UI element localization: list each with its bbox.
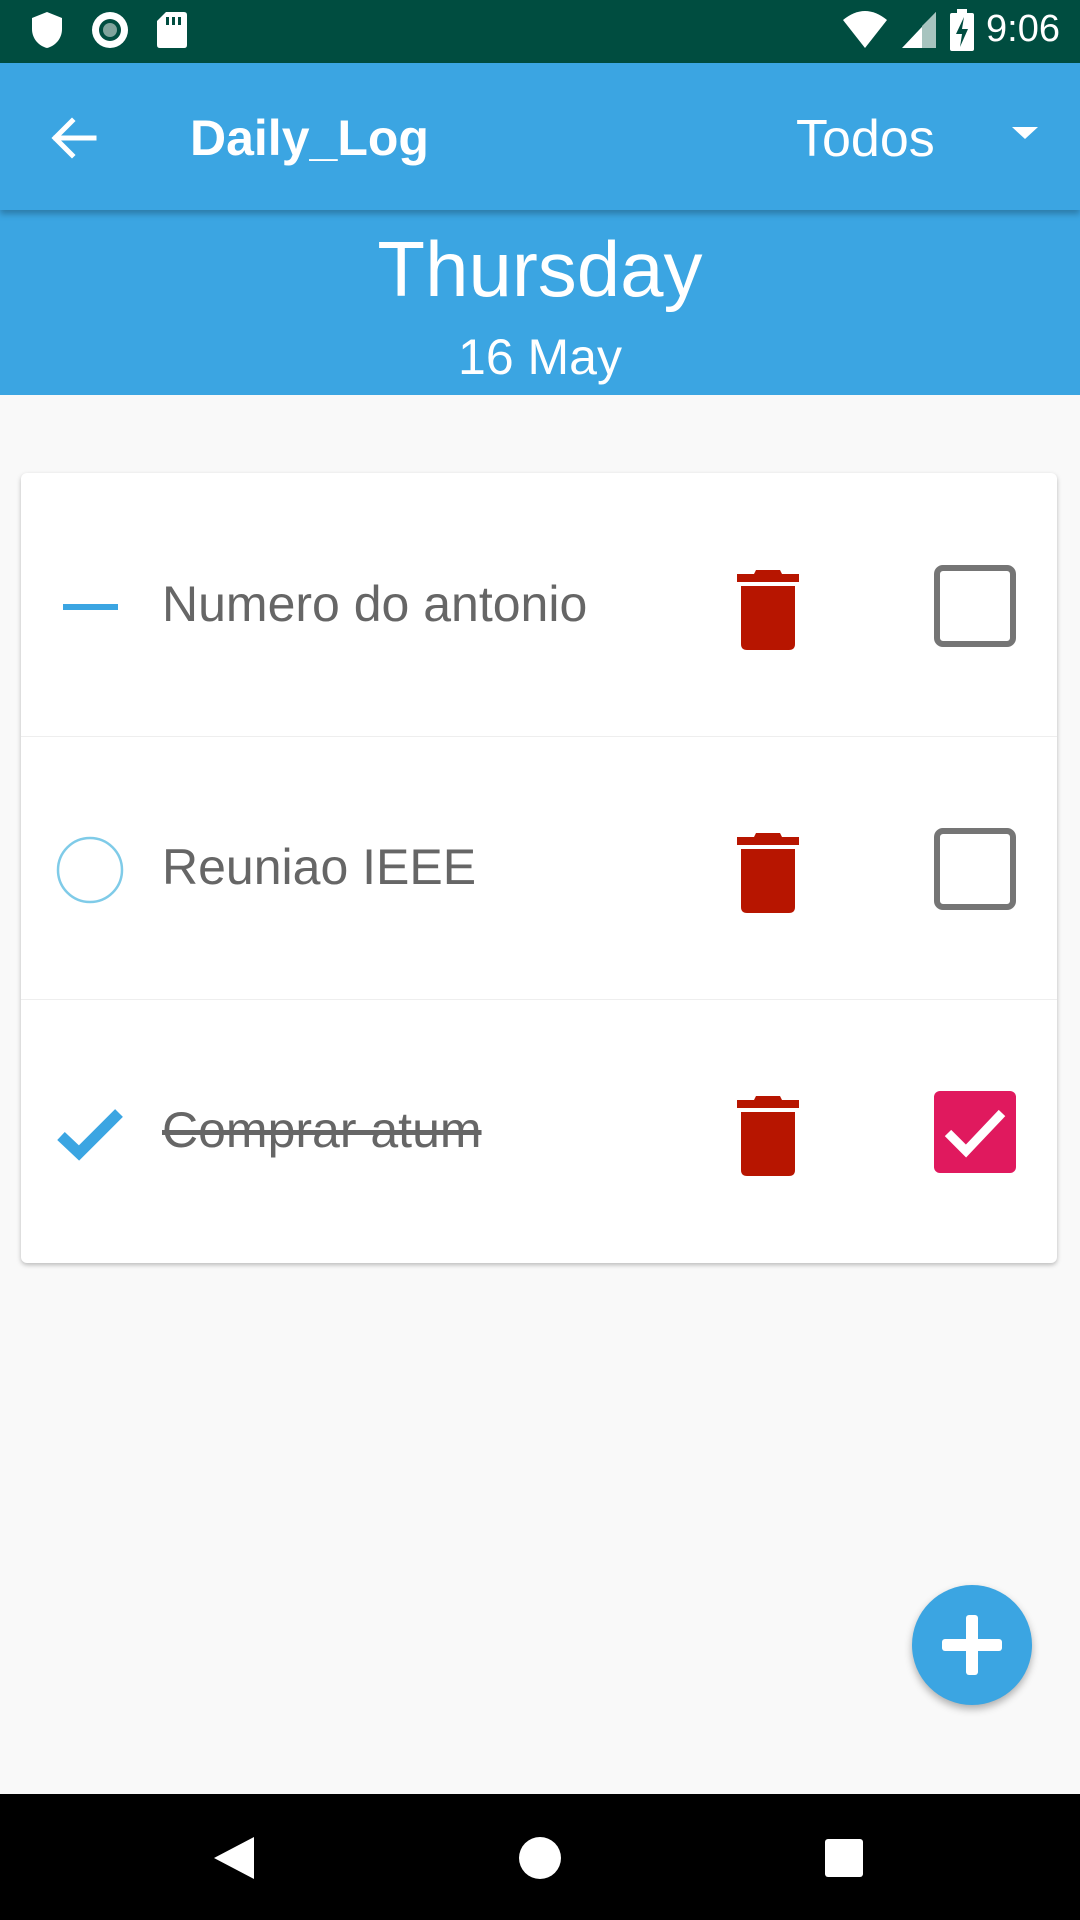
trash-icon[interactable] xyxy=(733,566,803,652)
signal-icon xyxy=(902,11,937,48)
circle-outline-icon xyxy=(56,836,124,904)
date-header: Thursday 16 May xyxy=(0,210,1080,395)
filter-value: Todos xyxy=(796,110,935,168)
dash-icon xyxy=(63,604,118,610)
task-row[interactable]: Numero do antonio xyxy=(21,473,1057,736)
day-date: 16 May xyxy=(458,329,622,385)
checkbox-checked[interactable] xyxy=(932,1089,1018,1175)
filter-dropdown[interactable]: Todos xyxy=(790,103,1040,173)
circle-dot-icon xyxy=(92,12,128,48)
shield-icon xyxy=(32,12,62,48)
task-row[interactable]: Comprar atum xyxy=(21,999,1057,1262)
app-bar: Daily_Log Todos xyxy=(0,63,1080,210)
home-circle-icon[interactable] xyxy=(518,1836,562,1880)
task-text: Comprar atum xyxy=(162,1102,482,1158)
checkbox-unchecked[interactable] xyxy=(932,563,1018,649)
check-icon xyxy=(57,1109,123,1161)
plus-icon xyxy=(942,1615,1002,1675)
back-arrow-icon[interactable] xyxy=(44,108,104,168)
sd-card-icon xyxy=(157,12,187,48)
navigation-bar xyxy=(0,1794,1080,1920)
add-task-button[interactable] xyxy=(912,1585,1032,1705)
trash-icon[interactable] xyxy=(733,829,803,915)
back-triangle-icon[interactable] xyxy=(212,1835,256,1881)
task-row[interactable]: Reuniao IEEE xyxy=(21,736,1057,999)
task-list: Numero do antonio Reuniao IEEE Comprar a… xyxy=(21,473,1057,1263)
status-bar: 9:06 xyxy=(0,0,1080,63)
task-text: Reuniao IEEE xyxy=(162,839,477,895)
status-time: 9:06 xyxy=(986,8,1060,50)
battery-charging-icon xyxy=(950,8,975,51)
recents-square-icon[interactable] xyxy=(824,1838,864,1878)
trash-icon[interactable] xyxy=(733,1092,803,1178)
wifi-icon xyxy=(843,10,888,48)
day-name: Thursday xyxy=(377,225,703,313)
checkbox-unchecked[interactable] xyxy=(932,826,1018,912)
task-text: Numero do antonio xyxy=(162,576,588,632)
app-title: Daily_Log xyxy=(190,110,429,166)
dropdown-caret-icon xyxy=(1012,127,1038,139)
